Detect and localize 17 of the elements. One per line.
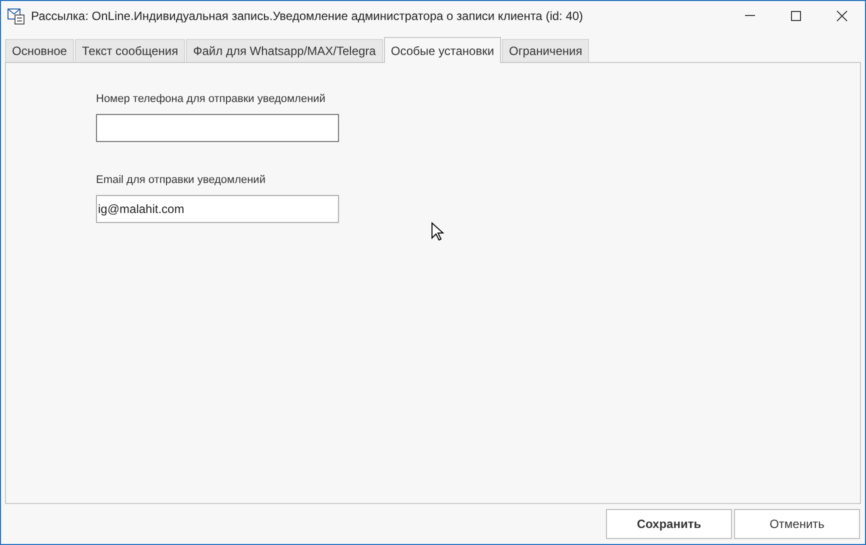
- window-title: Рассылка: OnLine.Индивидуальная запись.Уведомление администратора о записи клиента (id: 40): [31, 8, 584, 22]
- field-label: Email для отправки уведомлений: [96, 174, 266, 186]
- app-icon: [7, 6, 25, 24]
- minimize-icon: [745, 15, 755, 16]
- tab[interactable]: Ограничения: [502, 39, 590, 62]
- input-field[interactable]: ig@malahit.com: [96, 195, 339, 223]
- cancel-button[interactable]: Отменить: [734, 509, 860, 539]
- tab[interactable]: Текст сообщения: [74, 39, 186, 62]
- input-field[interactable]: [96, 114, 339, 142]
- tab[interactable]: Основное: [5, 39, 74, 62]
- maximize-icon: [790, 10, 802, 22]
- field-label: Номер телефона для отправки уведомлений: [96, 93, 326, 105]
- tab[interactable]: Особые установки: [384, 37, 502, 63]
- close-icon: [836, 10, 848, 22]
- cursor-icon: [431, 222, 444, 241]
- save-button[interactable]: Сохранить: [606, 509, 732, 539]
- tab[interactable]: Файл для Whatsapp/MAX/Telegra: [186, 39, 383, 62]
